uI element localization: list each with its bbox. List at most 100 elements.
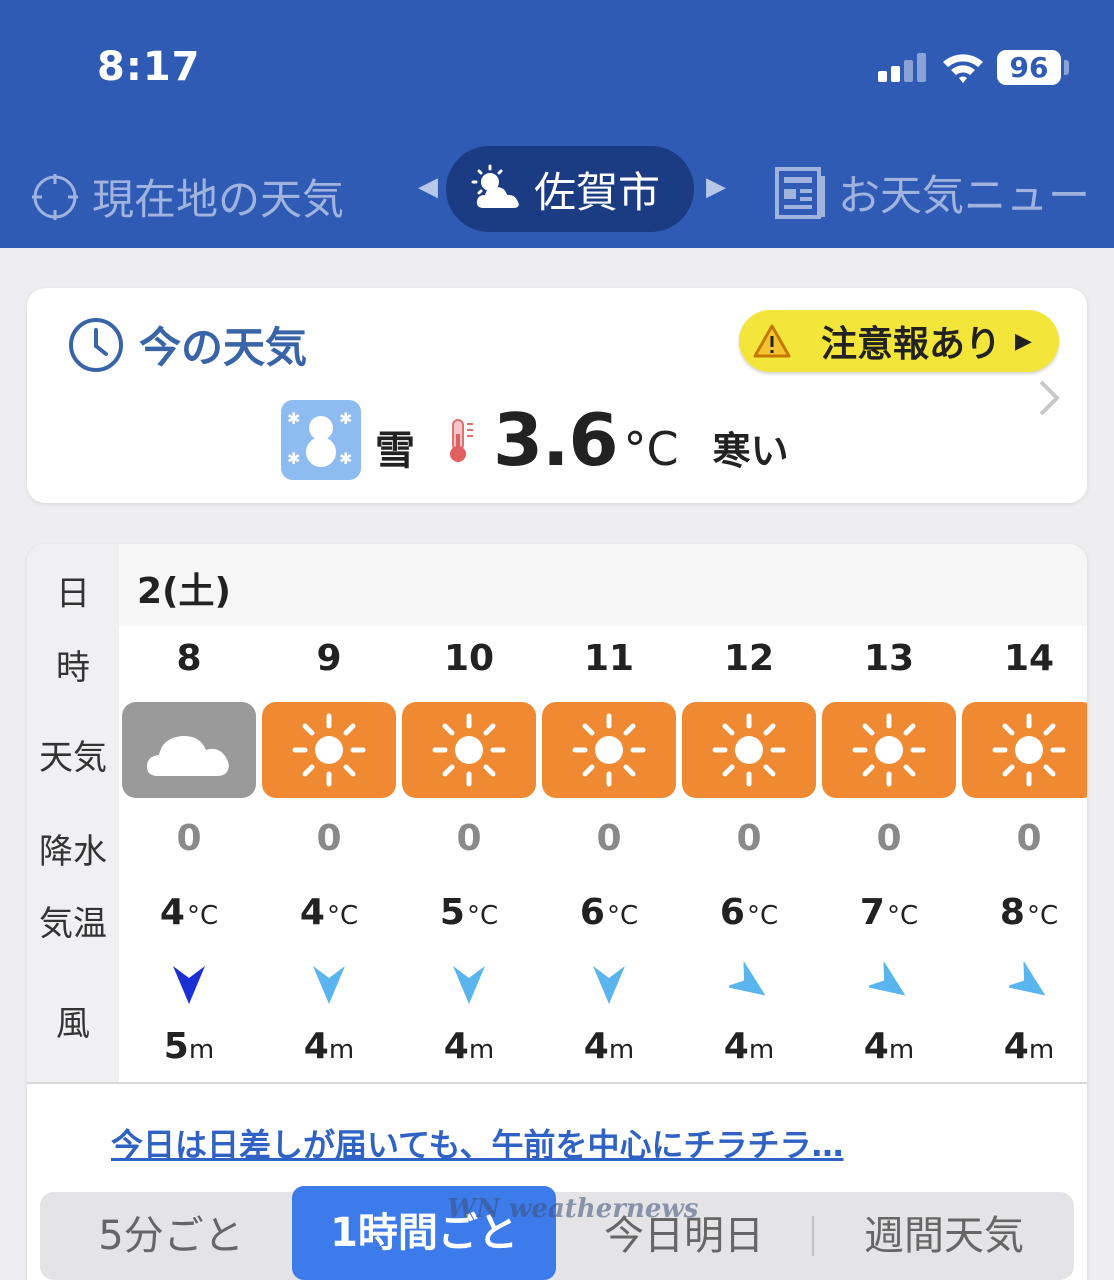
wind-speed-unit: m (888, 1035, 915, 1065)
temperature-unit: °C (746, 901, 779, 931)
temperature-value: 6°C (539, 892, 679, 933)
tab-weather-news[interactable]: お天気ニュー (774, 162, 1090, 223)
wind-speed-value: 4m (959, 1026, 1087, 1067)
warning-triangle-icon (753, 324, 791, 358)
clock-icon (69, 317, 123, 372)
wind-speed-number: 4 (1003, 1026, 1029, 1067)
current-conditions: ✱ ✱ ✱ ✱ 雪 3.6 °C 寒い (281, 398, 789, 482)
temperature-unit: °C (886, 901, 919, 931)
tab-weekly[interactable]: 週間天気 (814, 1192, 1074, 1280)
tab-current-location-label: 現在地の天気 (92, 175, 345, 224)
wind-speed-value: 4m (819, 1026, 959, 1067)
battery-tip (1064, 60, 1069, 75)
tab-active-city-label: 佐賀市 (534, 167, 661, 217)
label-weather: 天気 (39, 738, 107, 778)
hour-label: 11 (583, 638, 635, 679)
wind-direction-arrow-icon (309, 962, 349, 1006)
precip-value: 0 (1016, 818, 1042, 859)
feels-like-label: 寒い (712, 428, 789, 473)
temperature-number: 5 (439, 892, 465, 933)
wind-speed-number: 4 (583, 1026, 609, 1067)
wind-speed-unit: m (468, 1035, 495, 1065)
next-location-arrow-icon[interactable]: ▶ (706, 172, 726, 202)
wifi-icon (943, 54, 983, 83)
sun-icon (822, 702, 956, 798)
wind-speed-number: 5 (163, 1026, 189, 1067)
warning-caret-icon: ▶ (1015, 328, 1032, 354)
hour-label: 9 (316, 638, 342, 679)
tab-5min[interactable]: 5分ごと (40, 1192, 302, 1280)
current-temperature: 3.6 (493, 398, 619, 482)
wind-speed-value: 5m (119, 1026, 259, 1067)
hour-column: 14 0 8°C 4m (959, 626, 1087, 1082)
label-wind: 風 (56, 1004, 90, 1044)
wind-speed-value: 4m (679, 1026, 819, 1067)
warning-button[interactable]: 注意報あり ▶ (739, 310, 1059, 372)
temperature-value: 4°C (119, 892, 259, 933)
hour-column: 9 0 4°C 4m (259, 626, 399, 1082)
wind-speed-unit: m (188, 1035, 215, 1065)
row-label-column: 日 時 天気 降水 気温 風 (27, 544, 119, 1082)
temperature-number: 8 (999, 892, 1025, 933)
wind-speed-unit: m (1028, 1035, 1055, 1065)
hour-label: 12 (723, 638, 775, 679)
hour-column: 12 0 6°C 4m (679, 626, 819, 1082)
app-header: 8:17 96 現在地の天気 ◀ 佐賀市 ▶ お天気ニュー (0, 0, 1114, 248)
temperature-value: 6°C (679, 892, 819, 933)
hourly-forecast-card: 日 時 天気 降水 気温 風 2(土) 8 0 4°C 5m 9 0 4°C 4m 10 0 5°C… (27, 544, 1087, 1280)
wind-speed-number: 4 (443, 1026, 469, 1067)
wind-direction-arrow-icon (449, 962, 489, 1006)
location-tabs: 現在地の天気 ◀ 佐賀市 ▶ お天気ニュー (0, 146, 1114, 232)
temperature-unit: °C (466, 901, 499, 931)
precip-value: 0 (316, 818, 342, 859)
wind-direction-arrow-icon (725, 960, 769, 1006)
current-weather-label: 雪 (375, 428, 415, 474)
snow-icon: ✱ ✱ ✱ ✱ (281, 400, 361, 480)
forecast-comment-link[interactable]: 今日は日差しが届いても、午前を中心にチラチラ… (111, 1120, 843, 1166)
wind-speed-number: 4 (723, 1026, 749, 1067)
temperature-number: 7 (859, 892, 885, 933)
precip-value: 0 (456, 818, 482, 859)
current-weather-card[interactable]: 今の天気 注意報あり ▶ ✱ ✱ ✱ ✱ 雪 3.6 °C 寒い (27, 288, 1087, 503)
wind-direction-arrow-icon (865, 960, 909, 1006)
wind-direction-arrow-icon (589, 962, 629, 1006)
current-weather-title: 今の天気 (67, 314, 307, 375)
wind-speed-unit: m (748, 1035, 775, 1065)
wind-direction-arrow-icon (169, 962, 209, 1006)
temperature-unit: °C (1026, 901, 1059, 931)
temperature-value: 5°C (399, 892, 539, 933)
sun-icon (962, 702, 1087, 798)
thermometer-icon (450, 419, 473, 462)
sun-cloud-icon (471, 164, 519, 208)
precip-value: 0 (876, 818, 902, 859)
temperature-number: 6 (579, 892, 605, 933)
news-icon (775, 166, 825, 219)
chevron-right-icon[interactable] (1037, 378, 1061, 418)
sun-icon (402, 702, 536, 798)
wind-speed-value: 4m (539, 1026, 679, 1067)
prev-location-arrow-icon[interactable]: ◀ (418, 172, 438, 202)
temperature-unit: °C (186, 901, 219, 931)
hour-label: 14 (1003, 638, 1055, 679)
date-row: 2(土) (119, 544, 1087, 626)
wind-speed-value: 4m (259, 1026, 399, 1067)
precip-value: 0 (736, 818, 762, 859)
hour-label: 13 (863, 638, 915, 679)
hour-label: 10 (443, 638, 495, 679)
cellular-signal-icon (878, 52, 928, 82)
precip-value: 0 (596, 818, 622, 859)
label-precip: 降水 (39, 832, 107, 872)
svg-text:✱: ✱ (287, 449, 300, 468)
temperature-unit: °C (326, 901, 359, 931)
date-label: 2(土) (137, 571, 231, 612)
temperature-number: 4 (299, 892, 325, 933)
label-day: 日 (56, 574, 90, 614)
temperature-number: 6 (719, 892, 745, 933)
wind-speed-unit: m (608, 1035, 635, 1065)
hour-column: 13 0 7°C 4m (819, 626, 959, 1082)
tab-active-city[interactable]: 佐賀市 (446, 146, 694, 232)
location-crosshair-icon (32, 173, 78, 220)
tab-current-location[interactable]: 現在地の天気 (32, 166, 344, 227)
battery-indicator: 96 (997, 50, 1061, 85)
wind-speed-number: 4 (303, 1026, 329, 1067)
